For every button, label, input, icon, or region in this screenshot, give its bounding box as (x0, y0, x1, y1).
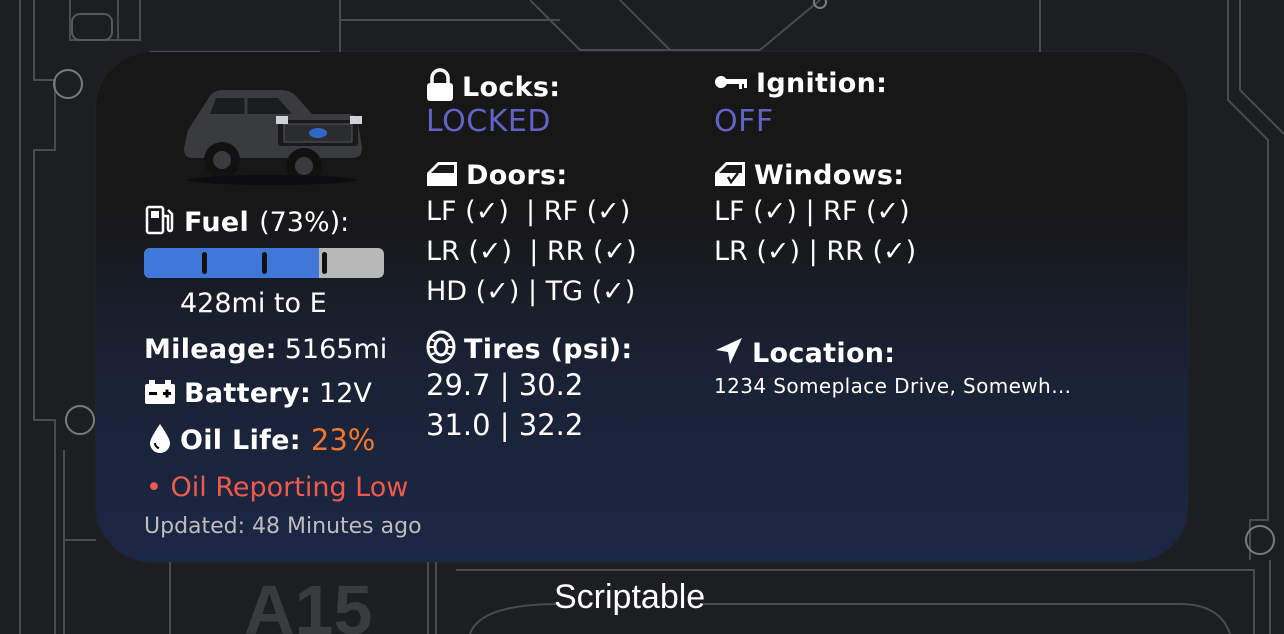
ignition-label: Ignition: (756, 68, 888, 99)
battery-icon (144, 379, 176, 409)
fuel-row: Fuel (73%): (144, 204, 349, 240)
location-address[interactable]: 1234 Someplace Drive, Somewh… (714, 374, 1072, 398)
mileage-row: Mileage: 5165mi (144, 334, 387, 365)
oil-life-value: 23% (310, 423, 376, 457)
oil-alert: • Oil Reporting Low (146, 472, 409, 503)
fuel-range: 428mi to E (180, 288, 327, 319)
locks-value: LOCKED (426, 104, 551, 139)
battery-value: 12V (319, 378, 372, 409)
doors-status-row: LF (✓) | RF (✓) (426, 196, 631, 227)
windows-status-row: LF (✓) | RF (✓) (714, 196, 910, 227)
fuel-gauge-tick (262, 252, 267, 274)
battery-label: Battery: (184, 378, 312, 409)
fuel-pump-icon (144, 204, 176, 240)
updated-timestamp: Updated: 48 Minutes ago (144, 514, 422, 539)
fuel-percent: (73%): (259, 206, 350, 238)
mileage-label: Mileage: (144, 334, 277, 365)
battery-row: Battery: 12V (144, 378, 372, 409)
tire-pressure-row: 29.7 | 30.2 (426, 368, 584, 402)
fuel-gauge-tick (322, 252, 327, 274)
oil-life-label: Oil Life: (180, 424, 301, 456)
windows-status-row: LR (✓) | RR (✓) (714, 236, 917, 267)
oil-drop-icon (148, 422, 172, 458)
tires-label: Tires (psi): (464, 333, 633, 365)
mileage-value: 5165mi (284, 334, 388, 365)
location-label: Location: (752, 337, 896, 369)
fuel-gauge-fill (144, 248, 320, 278)
doors-status-row: LR (✓) | RR (✓) (426, 236, 637, 267)
tire-icon (426, 330, 456, 368)
fuel-gauge-tick (202, 252, 207, 274)
ignition-value: OFF (714, 104, 774, 139)
oil-life-row: Oil Life: 23% (148, 422, 375, 458)
location-arrow-icon (714, 336, 744, 370)
doors-label: Doors: (466, 160, 568, 191)
fuel-label: Fuel (184, 206, 250, 238)
tire-pressure-row: 31.0 | 32.2 (426, 408, 584, 442)
doors-row: Doors: (426, 160, 568, 191)
locks-label: Locks: (462, 71, 561, 103)
svg-text:A15: A15 (244, 571, 372, 634)
windows-row: Windows: (714, 160, 904, 191)
truck-image (180, 74, 364, 186)
windows-label: Windows: (754, 160, 905, 191)
car-door-icon (426, 161, 458, 191)
location-row: Location: (714, 336, 895, 370)
ignition-row: Ignition: (714, 68, 887, 99)
app-label-scriptable[interactable]: Scriptable (554, 578, 705, 617)
vehicle-status-widget[interactable]: Fuel (73%): 428mi to E Mileage: 5165mi B… (96, 52, 1188, 562)
key-icon (714, 72, 748, 96)
tires-row: Tires (psi): (426, 330, 633, 368)
lock-icon (426, 68, 454, 106)
locks-row: Locks: (426, 68, 560, 106)
car-window-icon (714, 161, 746, 191)
doors-status-row: HD (✓) | TG (✓) (426, 276, 636, 307)
fuel-gauge (144, 248, 384, 278)
